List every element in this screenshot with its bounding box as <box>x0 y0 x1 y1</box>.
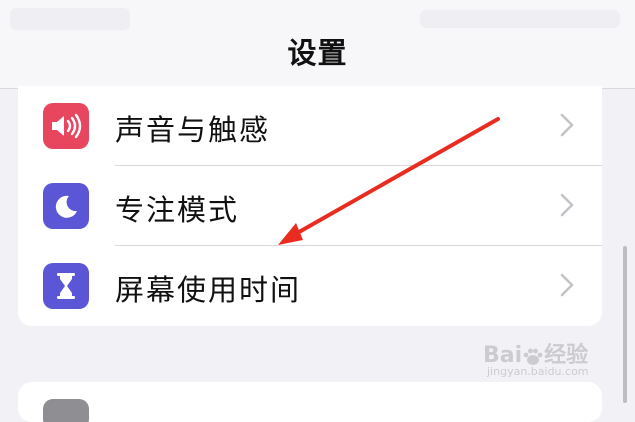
chevron-right-icon <box>560 113 574 137</box>
blurred-content <box>420 10 620 28</box>
settings-row-label: 声音与触感 <box>115 113 271 147</box>
settings-row-label: 屏幕使用时间 <box>115 273 302 307</box>
chevron-right-icon <box>560 193 574 217</box>
scrollbar[interactable] <box>623 246 627 403</box>
settings-row-focus[interactable]: 专注模式 <box>18 166 602 246</box>
settings-row-screen-time[interactable]: 屏幕使用时间 <box>18 246 602 326</box>
settings-row-sounds[interactable]: 声音与触感 <box>18 86 602 166</box>
watermark-url: jingyan.baidu.com <box>487 365 589 378</box>
settings-row-label: 专注模式 <box>115 193 240 227</box>
blurred-content <box>10 8 130 30</box>
settings-icon-partial <box>43 399 89 422</box>
moon-icon <box>43 183 89 229</box>
speaker-icon <box>43 103 89 149</box>
hourglass-icon <box>43 263 89 309</box>
paw-icon <box>522 347 544 365</box>
chevron-right-icon <box>560 273 574 297</box>
navigation-bar: 设置 <box>0 0 635 89</box>
page-title: 设置 <box>287 36 348 70</box>
settings-group: 声音与触感 专注模式 屏幕使用时间 <box>18 86 602 326</box>
settings-group-next <box>18 382 602 422</box>
baidu-watermark: Bai 经验 jingyan.baidu.com <box>483 337 605 385</box>
